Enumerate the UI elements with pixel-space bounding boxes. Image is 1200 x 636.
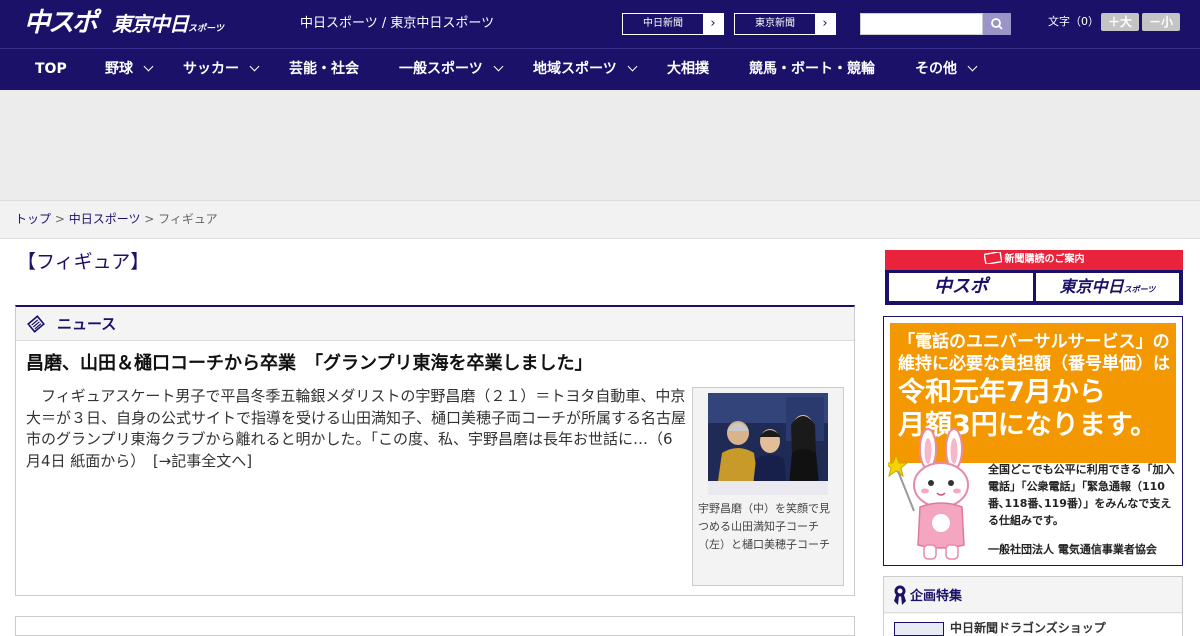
article-photo[interactable] [708, 393, 828, 495]
nav-label: サッカー [183, 61, 239, 77]
font-size-label: 文字（0） [1048, 15, 1099, 28]
ad-banner-area [0, 90, 1200, 200]
chevron-down-icon [143, 61, 154, 72]
news-section-label: ニュース [57, 315, 117, 333]
breadcrumb-separator: > [140, 212, 159, 226]
nav-label: 一般スポーツ [399, 61, 483, 77]
chevron-down-icon [967, 61, 978, 72]
nav-label: 野球 [105, 61, 133, 77]
top-header: 中スポ 東京中日スポーツ 中日スポーツ / 東京中日スポーツ 中日新聞 › 東京… [0, 0, 1200, 48]
universal-service-ad[interactable]: 「電話のユニバーサルサービス」の 維持に必要な負担額（番号単価）は 令和元年7月… [883, 316, 1183, 566]
read-more-link[interactable]: [→記事全文へ] [153, 452, 252, 470]
news-section: ニュース 昌磨、山田＆樋口コーチから卒業 「グランプリ東海を卒業しました」 フィ… [15, 305, 855, 596]
subscription-banner[interactable]: 新聞購読のご案内 中スポ 東京中日スポーツ [885, 250, 1183, 305]
chevron-down-icon [627, 61, 638, 72]
chunichi-shimbun-label: 中日新聞 [643, 18, 683, 29]
subscription-tokyo-logo-main: 東京中日 [1059, 277, 1124, 296]
feature-item[interactable]: 中日新聞ドラゴンズショップ [884, 614, 1182, 636]
tokyo-logo-small: スポーツ [188, 24, 224, 34]
chevron-down-icon [249, 61, 260, 72]
nav-item-local-sports[interactable]: 地域スポーツ [533, 49, 638, 91]
nav-label: 地域スポーツ [533, 61, 617, 77]
subscription-tokyo-logo[interactable]: 東京中日スポーツ [1036, 273, 1179, 301]
universal-ad-headline1: 令和元年7月から [898, 377, 1106, 408]
article-body: フィギュアスケート男子で平昌冬季五輪銀メダリストの宇野昌磨（２１）＝トヨタ自動車… [26, 387, 687, 470]
feature-item-thumbnail [894, 622, 944, 636]
tokyo-shimbun-link[interactable]: 東京新聞 › [734, 13, 836, 35]
search-button[interactable] [983, 13, 1011, 35]
nav-item-general-sports[interactable]: 一般スポーツ [399, 49, 504, 91]
universal-ad-line1: 「電話のユニバーサルサービス」の [898, 332, 1170, 352]
chevron-right-icon: › [703, 14, 723, 34]
subscription-title: 新聞購読のご案内 [1004, 254, 1085, 265]
news-section-header: ニュース [16, 307, 854, 341]
breadcrumb-separator: > [51, 212, 69, 226]
breadcrumb-chunichi-sports[interactable]: 中日スポーツ [69, 212, 141, 226]
font-smaller-button[interactable]: －小 [1142, 13, 1180, 31]
nav-item-top[interactable]: TOP [35, 49, 67, 91]
chunichi-shimbun-link[interactable]: 中日新聞 › [622, 13, 724, 35]
nav-label: 大相撲 [667, 61, 709, 77]
universal-ad-org: 一般社団法人 電気通信事業者協会 [988, 543, 1157, 556]
subscription-chuspo-logo[interactable]: 中スポ [889, 273, 1033, 301]
feature-section: 企画特集 中日新聞ドラゴンズショップ [883, 576, 1183, 636]
nav-label: 芸能・社会 [289, 61, 359, 77]
nav-item-sumo[interactable]: 大相撲 [667, 49, 709, 91]
newspaper-icon [27, 315, 45, 333]
feature-item-label: 中日新聞ドラゴンズショップ [950, 621, 1106, 635]
nav-item-others[interactable]: その他 [915, 49, 978, 91]
nav-item-racing[interactable]: 競馬・ボート・競輪 [749, 49, 875, 91]
breadcrumb: トップ > 中日スポーツ > フィギュア [15, 211, 218, 227]
nav-item-baseball[interactable]: 野球 [105, 49, 154, 91]
tokyo-shimbun-label: 東京新聞 [755, 18, 795, 29]
article-headline[interactable]: 昌磨、山田＆樋口コーチから卒業 「グランプリ東海を卒業しました」 [26, 352, 592, 376]
nav-item-soccer[interactable]: サッカー [183, 49, 260, 91]
nav-label: その他 [915, 61, 957, 77]
tokyo-chunichi-logo[interactable]: 東京中日スポーツ [112, 11, 224, 42]
main-nav: TOP 野球 サッカー 芸能・社会 一般スポーツ 地域スポーツ 大相撲 競馬・ボ… [0, 48, 1200, 90]
subscription-tokyo-logo-small: スポーツ [1123, 285, 1156, 294]
breadcrumb-bar: トップ > 中日スポーツ > フィギュア [0, 200, 1200, 239]
site-name[interactable]: 中日スポーツ / 東京中日スポーツ [300, 15, 494, 33]
chuspo-logo[interactable]: 中スポ [24, 8, 98, 38]
search-input[interactable] [860, 13, 983, 35]
article-photo-box: 宇野昌磨（中）を笑顔で見つめる山田満知子コーチ（左）と樋口美穂子コーチ [692, 387, 844, 586]
nav-label: TOP [35, 61, 67, 77]
feature-section-header: 企画特集 [884, 577, 1182, 613]
breadcrumb-current: フィギュア [158, 212, 218, 226]
font-bigger-button[interactable]: ＋大 [1101, 13, 1139, 31]
ticket-icon [982, 250, 1003, 266]
universal-ad-body: 全国どこでも公平に利用できる「加入電話」「公衆電話」「緊急通報（110番､118… [988, 463, 1175, 527]
photo-caption: 宇野昌磨（中）を笑顔で見つめる山田満知子コーチ（左）と樋口美穂子コーチ [698, 502, 830, 551]
breadcrumb-top[interactable]: トップ [15, 212, 51, 226]
chevron-down-icon [493, 61, 504, 72]
ribbon-icon [894, 585, 906, 605]
page-title: 【フィギュア】 [17, 251, 150, 273]
article-summary: フィギュアスケート男子で平昌冬季五輪銀メダリストの宇野昌磨（２１）＝トヨタ自動車… [26, 386, 686, 472]
subscription-title-bar: 新聞購読のご案内 [885, 250, 1183, 270]
bunny-mascot-icon [888, 428, 969, 560]
universal-ad-line2: 維持に必要な負担額（番号単価）は [898, 354, 1170, 374]
nav-label: 競馬・ボート・競輪 [749, 61, 875, 77]
search-icon [991, 18, 1003, 30]
next-section-box [15, 616, 855, 636]
feature-section-title: 企画特集 [910, 589, 963, 604]
nav-item-entertainment[interactable]: 芸能・社会 [289, 49, 359, 91]
chevron-right-icon: › [815, 14, 835, 34]
tokyo-logo-main: 東京中日 [112, 12, 189, 36]
